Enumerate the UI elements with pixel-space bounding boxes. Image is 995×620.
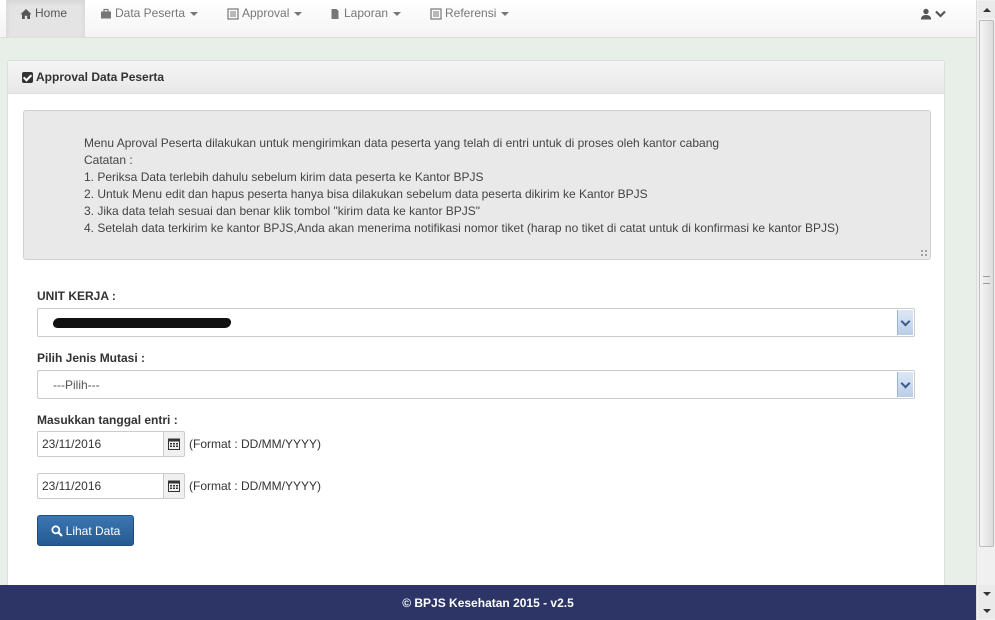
nav-referensi-label: Referensi — [445, 6, 497, 20]
caret-down-icon — [190, 12, 199, 16]
redacted-value — [52, 317, 232, 328]
nav-laporan[interactable]: Laporan — [315, 0, 415, 38]
info-line: 4. Setelah data terkirim ke kantor BPJS,… — [84, 221, 840, 235]
info-textarea[interactable]: Menu Aproval Peserta dilakukan untuk men… — [23, 110, 931, 260]
caret-down-icon — [294, 12, 303, 16]
resize-grip-icon[interactable] — [920, 249, 928, 257]
approval-panel: Approval Data Peserta Menu Aproval Peser… — [7, 60, 945, 590]
list-alt-icon — [430, 7, 442, 20]
date-format-hint: (Format : DD/MM/YYYY) — [189, 437, 322, 451]
user-menu[interactable] — [906, 0, 960, 38]
panel-heading: Approval Data Peserta — [8, 61, 944, 94]
info-line: Catatan : — [84, 153, 133, 167]
nav-home-label: Home — [35, 6, 68, 20]
top-navbar: Home Data Peserta Approval Laporan Refer… — [0, 0, 976, 38]
date-from-input[interactable]: 23/11/2016 — [37, 431, 163, 457]
chevron-down-icon — [935, 10, 946, 18]
jenis-mutasi-select[interactable]: ---Pilih--- — [37, 370, 915, 399]
arrow-down-icon — [982, 608, 991, 613]
jenis-mutasi-label: Pilih Jenis Mutasi : — [37, 351, 146, 365]
home-icon — [20, 8, 32, 19]
info-line: 2. Untuk Menu edit dan hapus peserta han… — [84, 187, 648, 201]
file-icon — [331, 8, 339, 19]
user-icon — [920, 8, 932, 19]
nav-laporan-label: Laporan — [344, 6, 389, 20]
scroll-up-button[interactable] — [978, 1, 995, 18]
scroll-down-button-secondary[interactable] — [978, 602, 995, 619]
arrow-up-icon — [982, 7, 991, 12]
info-line: 1. Periksa Data terlebih dahulu sebelum … — [84, 170, 484, 184]
unit-kerja-select[interactable] — [37, 308, 915, 337]
dropdown-arrow-icon[interactable] — [897, 372, 913, 397]
calendar-icon — [168, 438, 180, 450]
calendar-icon — [168, 480, 180, 492]
panel-title: Approval Data Peserta — [36, 70, 165, 84]
lihat-data-label: Lihat Data — [65, 523, 121, 538]
nav-home[interactable]: Home — [6, 0, 85, 38]
nav-referensi[interactable]: Referensi — [416, 0, 523, 38]
date-to-group: 23/11/2016 (Format : DD/MM/YYYY) — [37, 473, 321, 499]
date-to-input[interactable]: 23/11/2016 — [37, 473, 163, 499]
tanggal-label: Masukkan tanggal entri : — [37, 413, 178, 427]
footer: © BPJS Kesehatan 2015 - v2.5 — [0, 585, 976, 620]
nav-data-peserta[interactable]: Data Peserta — [86, 0, 212, 38]
dropdown-arrow-icon[interactable] — [897, 310, 913, 335]
scroll-thumb[interactable] — [979, 20, 994, 547]
unit-kerja-label: UNIT KERJA : — [37, 289, 116, 303]
info-line: Menu Aproval Peserta dilakukan untuk men… — [84, 136, 720, 150]
lihat-data-button[interactable]: Lihat Data — [37, 515, 134, 546]
date-format-hint: (Format : DD/MM/YYYY) — [189, 479, 322, 493]
page-background-strip — [946, 38, 976, 585]
vertical-scrollbar[interactable] — [976, 0, 995, 620]
nav-data-peserta-label: Data Peserta — [115, 6, 186, 20]
briefcase-icon — [101, 8, 111, 18]
date-from-group: 23/11/2016 (Format : DD/MM/YYYY) — [37, 431, 321, 457]
nav-approval-label: Approval — [242, 6, 290, 20]
nav-approval[interactable]: Approval — [213, 0, 316, 38]
caret-down-icon — [501, 12, 510, 16]
arrow-down-icon — [982, 591, 991, 596]
calendar-button[interactable] — [163, 473, 185, 499]
footer-text: © BPJS Kesehatan 2015 - v2.5 — [402, 595, 574, 610]
scroll-down-button[interactable] — [978, 585, 995, 602]
caret-down-icon — [393, 12, 402, 16]
list-alt-icon — [227, 7, 239, 20]
calendar-button[interactable] — [163, 431, 185, 457]
search-icon — [51, 524, 63, 537]
check-square-icon — [22, 71, 33, 83]
jenis-mutasi-value: ---Pilih--- — [53, 377, 100, 392]
info-line: 3. Jika data telah sesuai dan benar klik… — [84, 204, 481, 218]
